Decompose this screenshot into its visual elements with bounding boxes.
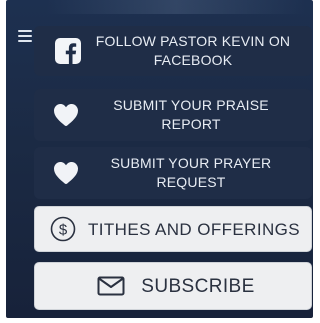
submit-praise-report-button[interactable]: SUBMIT YOUR PRAISE REPORT (34, 89, 312, 141)
facebook-icon (34, 38, 94, 64)
subscribe-label: SUBSCRIBE (141, 275, 255, 297)
heart-icon (34, 161, 92, 185)
subscribe-button[interactable]: SUBSCRIBE (34, 262, 312, 310)
follow-facebook-button[interactable]: FOLLOW PASTOR KEVIN ON FACEBOOK (34, 26, 312, 76)
submit-prayer-request-label: SUBMIT YOUR PRAYER REQUEST (110, 155, 272, 190)
follow-facebook-label: FOLLOW PASTOR KEVIN ON FACEBOOK (95, 33, 291, 68)
envelope-icon (91, 276, 131, 296)
tithes-and-offerings-button[interactable]: $ TITHES AND OFFERINGS (34, 206, 312, 252)
tithes-and-offerings-label: TITHES AND OFFERINGS (87, 219, 301, 239)
dollar-circle-icon: $ (35, 216, 83, 242)
submit-praise-report-label: SUBMIT YOUR PRAISE REPORT (113, 97, 269, 132)
svg-text:$: $ (59, 222, 68, 239)
side-menu-panel: FOLLOW PASTOR KEVIN ON FACEBOOK SUBMIT Y… (6, 0, 313, 318)
hamburger-menu-icon[interactable] (18, 30, 32, 42)
heart-icon (34, 103, 92, 127)
submit-prayer-request-button[interactable]: SUBMIT YOUR PRAYER REQUEST (34, 147, 312, 199)
